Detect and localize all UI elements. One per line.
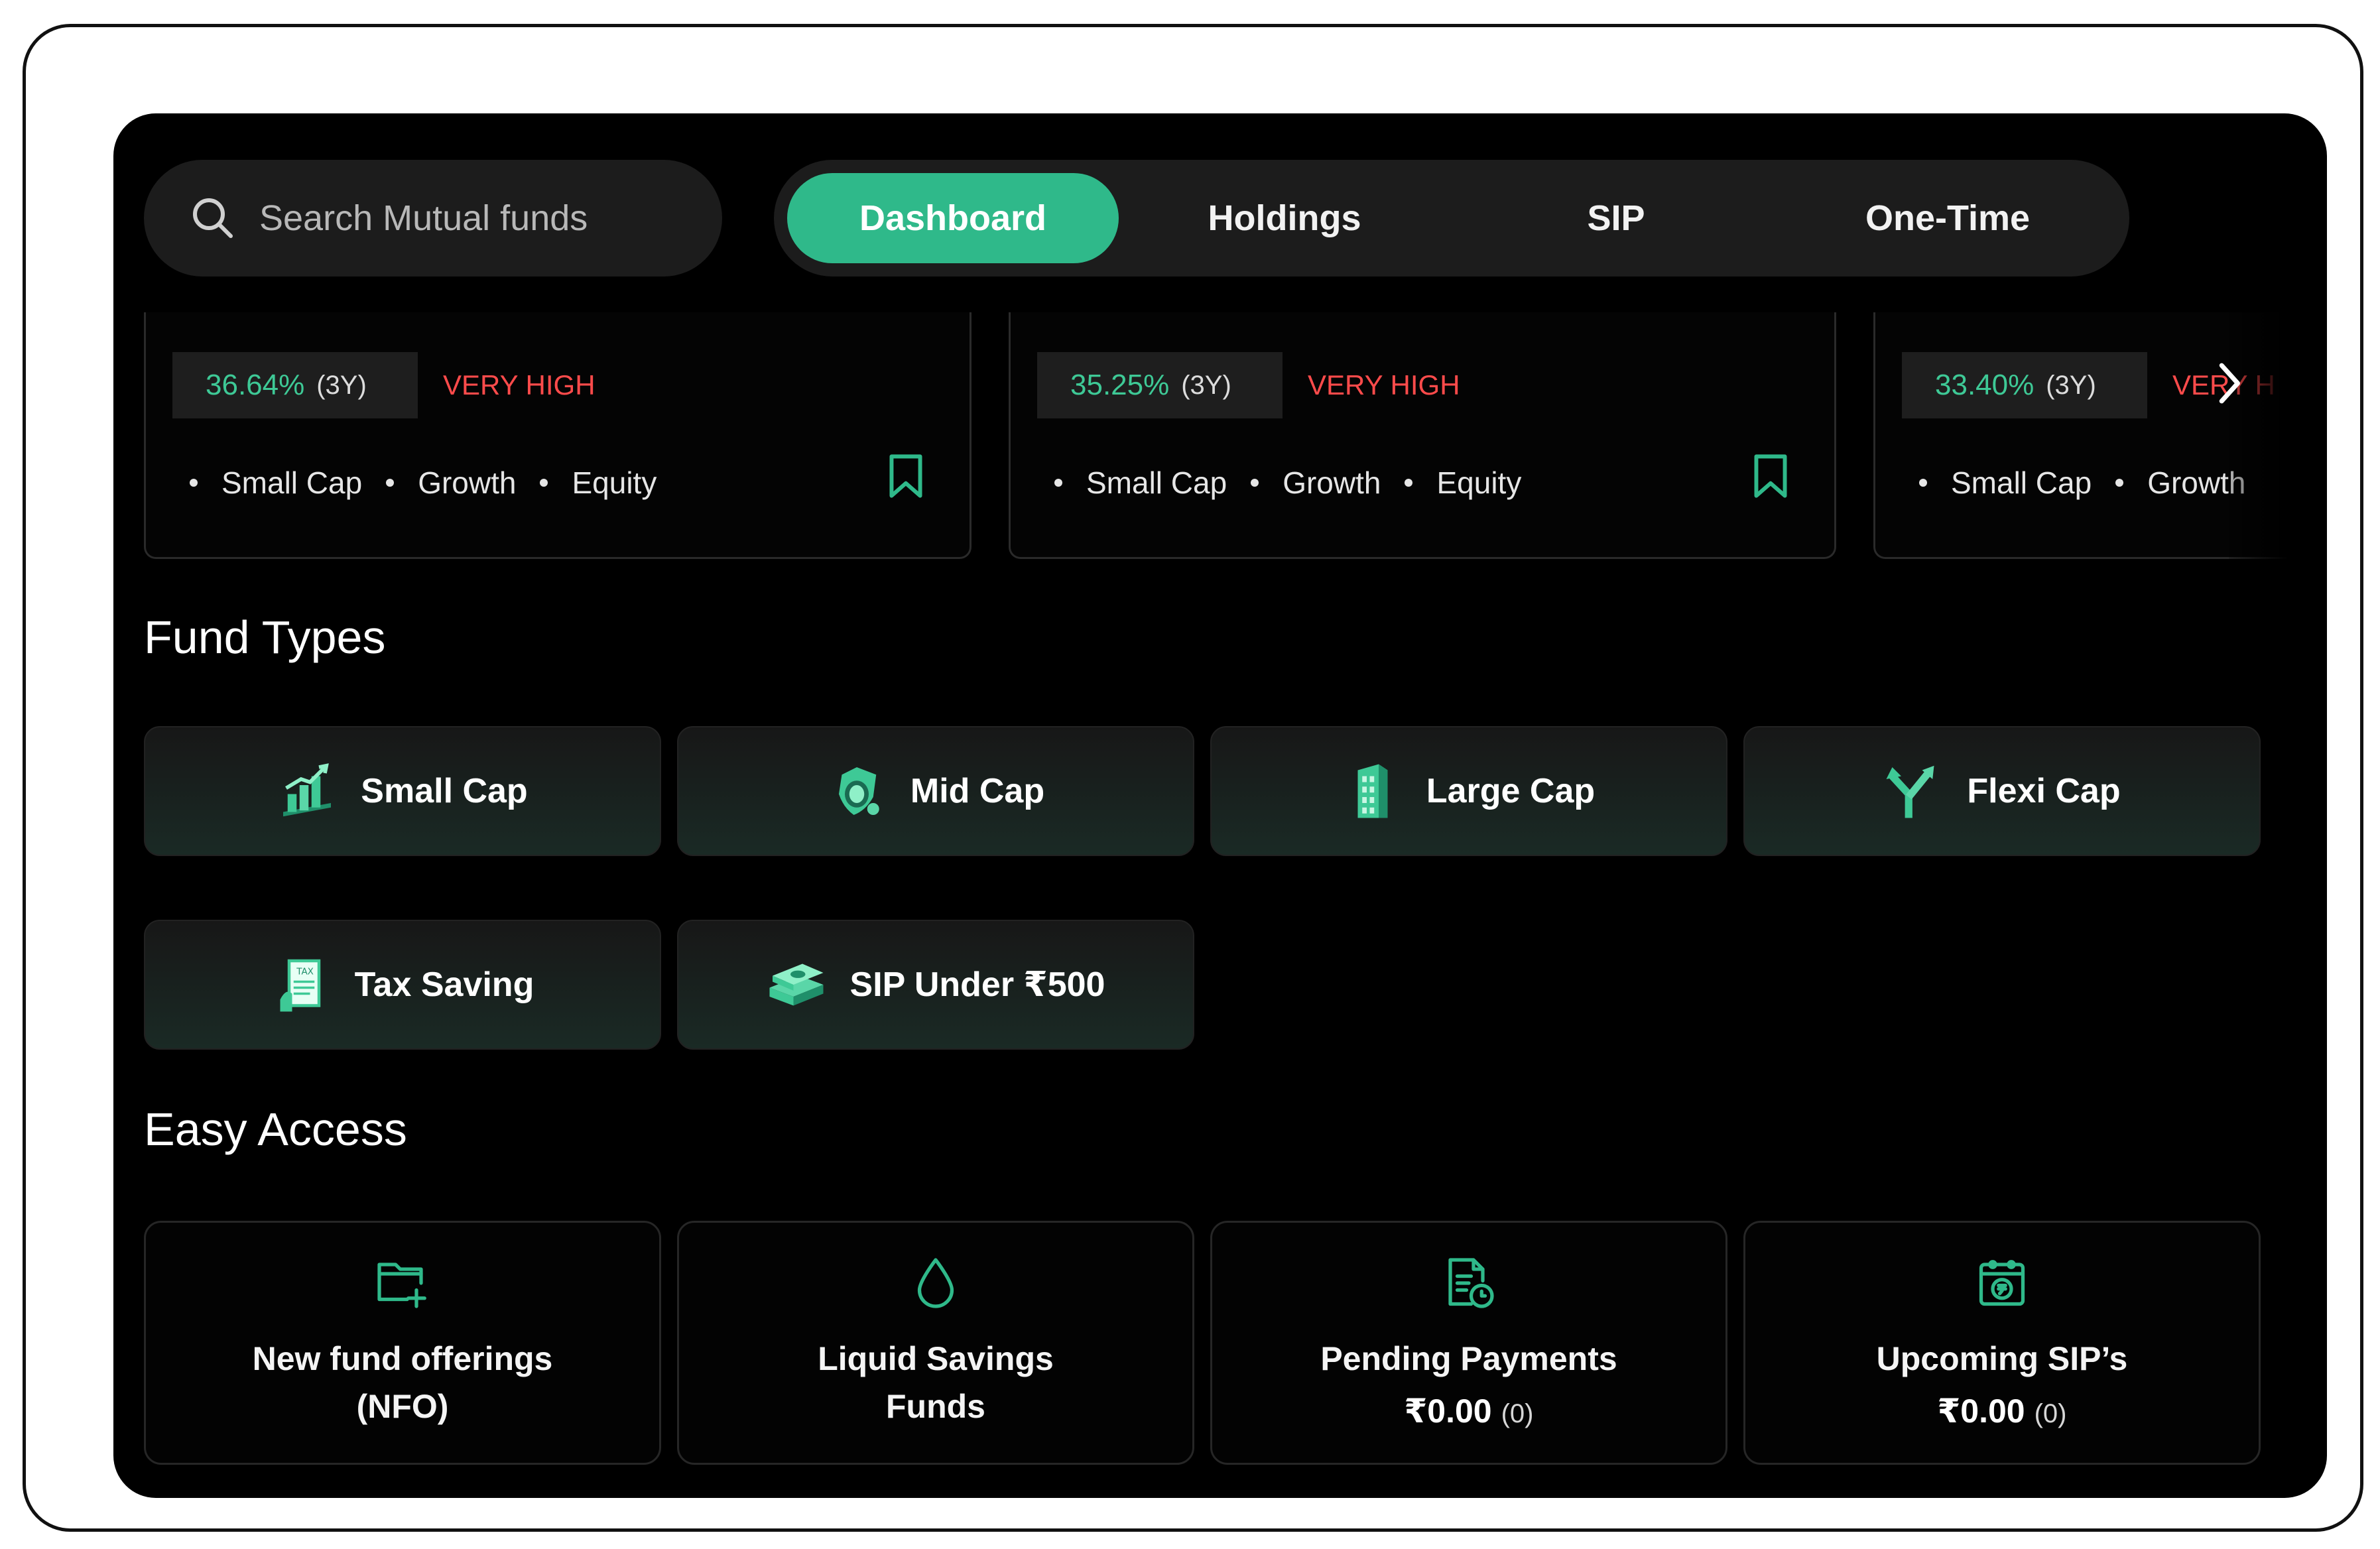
fund-type-large-cap[interactable]: Large Cap <box>1210 726 1727 856</box>
return-box: 36.64% (3Y) <box>172 352 418 418</box>
coin-shield-icon <box>838 767 879 815</box>
fund-type-tax-saving[interactable]: TAX Tax Saving <box>144 920 661 1050</box>
amount-count: (0) <box>2034 1399 2067 1428</box>
svg-text:TAX: TAX <box>296 966 314 977</box>
folder-plus-icon <box>377 1263 426 1308</box>
fund-tags: Small Cap Growth <box>1919 465 2245 501</box>
return-period: (3Y) <box>316 370 367 400</box>
amount-value: ₹0.00 <box>1404 1393 1492 1430</box>
app-screen: Dashboard Holdings SIP One-Time 36.64% (… <box>113 113 2327 1498</box>
easy-access-title: Liquid Savings Funds <box>818 1340 1054 1425</box>
amount-value: ₹0.00 <box>1937 1393 2025 1430</box>
search-bar[interactable] <box>144 160 722 277</box>
easy-access-title: Upcoming SIP’s <box>1876 1340 2128 1377</box>
tag: Growth <box>1251 465 1381 501</box>
fund-card[interactable]: 35.25% (3Y) VERY HIGH Small Cap Growth E… <box>1009 312 1836 559</box>
tab-sip[interactable]: SIP <box>1450 173 1782 263</box>
fund-type-label: Mid Cap <box>910 772 1045 810</box>
calendar-rupee-icon <box>1979 1260 2025 1306</box>
search-input[interactable] <box>259 198 631 239</box>
tag: Growth <box>386 465 516 501</box>
tag: Equity <box>540 465 657 501</box>
amount-row: ₹0.00 (0) <box>1405 1392 1534 1430</box>
tab-dashboard[interactable]: Dashboard <box>787 173 1119 263</box>
fund-type-sip-under-500[interactable]: SIP Under ₹500 <box>677 920 1194 1050</box>
fund-type-mid-cap[interactable]: Mid Cap <box>677 726 1194 856</box>
fund-type-small-cap[interactable]: Small Cap <box>144 726 661 856</box>
tag: Small Cap <box>1054 465 1227 501</box>
section-title-fund-types: Fund Types <box>144 611 386 663</box>
bookmark-icon[interactable] <box>887 453 924 499</box>
tab-one-time[interactable]: One-Time <box>1782 173 2113 263</box>
building-icon <box>1357 764 1388 818</box>
easy-access-upcoming-sips[interactable]: Upcoming SIP’s ₹0.00 (0) <box>1743 1221 2261 1465</box>
fund-type-flexi-cap[interactable]: Flexi Cap <box>1743 726 2261 856</box>
money-stack-icon <box>769 963 824 1006</box>
search-icon <box>193 198 233 238</box>
tab-holdings[interactable]: Holdings <box>1119 173 1450 263</box>
section-title-easy-access: Easy Access <box>144 1103 407 1155</box>
nav-tabs: Dashboard Holdings SIP One-Time <box>774 160 2129 277</box>
return-period: (3Y) <box>1181 370 1231 400</box>
return-percent: 36.64% <box>206 369 305 401</box>
tag: Small Cap <box>1919 465 2092 501</box>
droplet-icon <box>917 1258 954 1308</box>
device-frame: Dashboard Holdings SIP One-Time 36.64% (… <box>23 24 2363 1532</box>
return-percent: 33.40% <box>1935 369 2035 401</box>
easy-access-nfo[interactable]: New fund offerings (NFO) <box>144 1221 661 1465</box>
tag: Equity <box>1405 465 1521 501</box>
tax-document-icon: TAX <box>280 959 320 1012</box>
tag: Small Cap <box>190 465 362 501</box>
invoice-clock-icon <box>1448 1258 1494 1308</box>
easy-access-pending-payments[interactable]: Pending Payments ₹0.00 (0) <box>1210 1221 1727 1465</box>
chevron-right-icon[interactable] <box>2210 360 2247 406</box>
split-arrow-icon <box>1886 765 1934 818</box>
return-box: 35.25% (3Y) <box>1037 352 1283 418</box>
fund-type-label: Large Cap <box>1426 772 1596 810</box>
fund-type-label: Small Cap <box>361 772 528 810</box>
bar-chart-icon <box>283 763 332 817</box>
fund-tags: Small Cap Growth Equity <box>1054 465 1521 501</box>
return-box: 33.40% (3Y) <box>1902 352 2147 418</box>
fund-card[interactable]: 36.64% (3Y) VERY HIGH Small Cap Growth E… <box>144 312 971 559</box>
risk-label: VERY HIGH <box>443 369 595 401</box>
amount-row: ₹0.00 (0) <box>1938 1392 2067 1430</box>
bookmark-icon[interactable] <box>1752 453 1789 499</box>
easy-access-liquid-savings[interactable]: Liquid Savings Funds <box>677 1221 1194 1465</box>
easy-access-title: New fund offerings (NFO) <box>252 1340 553 1425</box>
fund-type-label: SIP Under ₹500 <box>849 965 1105 1004</box>
fund-tags: Small Cap Growth Equity <box>190 465 657 501</box>
tag: Growth <box>2115 465 2245 501</box>
return-period: (3Y) <box>2046 370 2096 400</box>
risk-label: VERY HIGH <box>1308 369 1460 401</box>
carousel-fade <box>2229 312 2327 559</box>
amount-count: (0) <box>1501 1399 1534 1428</box>
easy-access-title: Pending Payments <box>1320 1340 1617 1377</box>
return-percent: 35.25% <box>1070 369 1170 401</box>
fund-type-label: Flexi Cap <box>1967 772 2121 810</box>
fund-type-label: Tax Saving <box>354 965 534 1004</box>
